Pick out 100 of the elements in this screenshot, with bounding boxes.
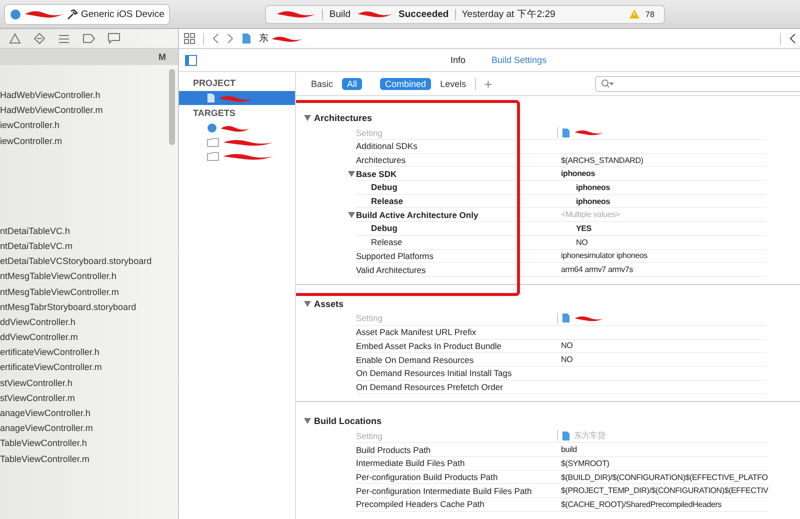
- file-item[interactable]: ntDetaiTableVC.h: [0, 224, 178, 239]
- setting-row[interactable]: Supported Platforms iphonesimulator iphoneos: [356, 250, 766, 264]
- setting-row[interactable]: Precompiled Headers Cache Path $(CACHE_ROOT)/SharedPrecompiledHeaders: [356, 498, 768, 512]
- file-item[interactable]: TableViewController.h: [0, 436, 178, 452]
- disclosure-triangle-icon[interactable]: [304, 418, 311, 424]
- file-item[interactable]: iewController.h: [0, 118, 178, 134]
- setting-row[interactable]: Release NO: [356, 236, 766, 250]
- file-item[interactable]: anageViewController.h: [0, 406, 178, 422]
- project-file-icon: [562, 430, 570, 441]
- setting-row[interactable]: Asset Pack Manifest URL Prefix: [356, 326, 766, 340]
- setting-value: $(CACHE_ROOT)/SharedPrecompiledHeaders: [561, 500, 722, 509]
- project-item[interactable]: [179, 91, 295, 105]
- setting-row[interactable]: Enable On Demand Resources NO: [356, 353, 766, 367]
- folder-icon: [207, 152, 219, 160]
- scrollbar-thumb[interactable]: [169, 69, 175, 145]
- setting-value: $(PROJECT_TEMP_DIR)/$(CONFIGURATION)$(EFFECTIV: [561, 486, 768, 496]
- scheme-selector[interactable]: Generic iOS Device: [4, 4, 170, 24]
- forward-icon[interactable]: [227, 33, 234, 44]
- setting-value: iphoneos: [561, 169, 595, 178]
- back-icon[interactable]: [789, 33, 796, 44]
- file-item[interactable]: ntMesgTableViewController.h: [0, 269, 178, 284]
- setting-name: Build Products Path: [356, 444, 431, 455]
- grid-icon[interactable]: [184, 33, 195, 44]
- setting-name: Per-configuration Build Products Path: [356, 472, 498, 482]
- setting-row[interactable]: Release iphoneos: [356, 194, 766, 208]
- setting-value: iphonesimulator iphoneos: [561, 251, 648, 260]
- setting-row[interactable]: Build Active Architecture Only <Multiple values>: [356, 208, 766, 222]
- setting-name: Debug: [371, 223, 398, 234]
- setting-row[interactable]: Embed Asset Packs In Product Bundle NO: [356, 340, 766, 354]
- setting-row[interactable]: Base SDK iphoneos: [356, 167, 766, 182]
- column-header: Setting: [356, 313, 384, 324]
- file-item[interactable]: iewController.m: [0, 134, 178, 149]
- setting-row[interactable]: Architectures $(ARCHS_STANDARD): [356, 154, 766, 168]
- redaction-mark: [574, 128, 604, 137]
- file-item[interactable]: ddViewController.h: [0, 314, 178, 330]
- setting-value: $(ARCHS_STANDARD): [561, 156, 644, 165]
- setting-name: Supported Platforms: [356, 250, 434, 261]
- setting-value: NO: [576, 238, 588, 247]
- project-header: PROJECT: [192, 77, 237, 90]
- disclosure-triangle-icon[interactable]: [348, 212, 355, 218]
- modified-label: M: [158, 52, 166, 62]
- file-item[interactable]: ertificateViewController.h: [0, 345, 178, 360]
- setting-name: On Demand Resources Prefetch Order: [356, 382, 503, 392]
- file-item[interactable]: stViewController.m: [0, 390, 178, 406]
- search-field[interactable]: [595, 76, 800, 92]
- warning-count[interactable]: 78: [646, 10, 654, 18]
- file-item[interactable]: ddViewController.m: [0, 330, 178, 346]
- scope-button[interactable]: All: [342, 78, 362, 90]
- file-item[interactable]: HadWebViewController.h: [0, 88, 178, 104]
- setting-name: Release: [371, 196, 404, 206]
- setting-value: $(SYMROOT): [561, 458, 610, 468]
- setting-row[interactable]: Additional SDKs: [356, 140, 766, 154]
- setting-row[interactable]: Debug iphoneos: [356, 181, 766, 195]
- breadcrumb-item[interactable]: 东: [259, 32, 269, 45]
- setting-row[interactable]: Per-configuration Build Products Path $(BUILD_DIR)/$(CONFIGURATION)$(EFFECTIVE_PLATFO: [356, 470, 768, 484]
- disclosure-triangle-icon[interactable]: [348, 170, 355, 177]
- chat-icon[interactable]: [108, 33, 120, 44]
- file-item[interactable]: ntMesgTableViewController.m: [0, 284, 178, 300]
- setting-value: $(BUILD_DIR)/$(CONFIGURATION)$(EFFECTIVE_PLATFO: [561, 472, 768, 482]
- file-item[interactable]: stViewController.h: [0, 376, 178, 391]
- warning-filter-icon[interactable]: [9, 33, 21, 44]
- disclosure-triangle-icon[interactable]: [304, 300, 311, 307]
- build-label: Build: [329, 8, 351, 20]
- setting-row[interactable]: On Demand Resources Prefetch Order: [356, 380, 766, 394]
- setting-value: iphoneos: [576, 196, 610, 206]
- editor-tab[interactable]: Info: [444, 53, 472, 67]
- list-icon[interactable]: [58, 34, 70, 44]
- app-icon: [10, 8, 21, 20]
- add-button[interactable]: +: [480, 76, 496, 90]
- view-mode-button[interactable]: Combined: [380, 78, 432, 90]
- file-item[interactable]: ntMesgTabrStoryboard.storyboard: [0, 300, 178, 315]
- setting-row[interactable]: Debug YES: [356, 222, 766, 236]
- setting-name: Valid Architectures: [356, 264, 426, 275]
- setting-name: Additional SDKs: [356, 141, 418, 152]
- setting-row[interactable]: Intermediate Build Files Path $(SYMROOT): [356, 457, 768, 471]
- disclosure-triangle-icon[interactable]: [304, 115, 311, 121]
- folder-icon: [207, 138, 219, 146]
- search-icon: [601, 79, 614, 88]
- view-mode-button[interactable]: Levels: [435, 78, 472, 90]
- sidebar-toggle-icon[interactable]: [185, 54, 197, 66]
- diamond-icon[interactable]: [34, 33, 45, 44]
- file-item[interactable]: ertificateViewController.m: [0, 360, 178, 376]
- build-time: Yesterday at 下午2:29: [462, 8, 556, 20]
- file-item[interactable]: HadWebViewController.m: [0, 103, 178, 118]
- setting-row[interactable]: On Demand Resources Initial Install Tags: [356, 366, 766, 381]
- setting-row[interactable]: Build Products Path build: [356, 443, 768, 457]
- project-file-icon: [562, 313, 570, 324]
- tag-icon[interactable]: [83, 34, 95, 43]
- app-icon: [207, 123, 217, 133]
- scope-button[interactable]: Basic: [306, 78, 338, 90]
- setting-name: Intermediate Build Files Path: [356, 458, 465, 468]
- editor-tab[interactable]: Build Settings: [485, 53, 553, 67]
- setting-row[interactable]: Valid Architectures arm64 armv7 armv7s: [356, 263, 766, 277]
- file-item[interactable]: etDetaiTableVCStoryboard.storyboard: [0, 254, 178, 270]
- setting-row[interactable]: Per-configuration Intermediate Build Files Path $(PROJECT_TEMP_DIR)/$(CONFIGURATION)$(EFFECTIV: [356, 484, 768, 498]
- file-item[interactable]: ntDetaiTableVC.m: [0, 238, 178, 254]
- setting-value: arm64 armv7 armv7s: [561, 265, 633, 274]
- setting-name: Base SDK: [356, 168, 397, 179]
- file-item[interactable]: TableViewController.m: [0, 452, 178, 467]
- file-item[interactable]: anageViewController.m: [0, 421, 178, 436]
